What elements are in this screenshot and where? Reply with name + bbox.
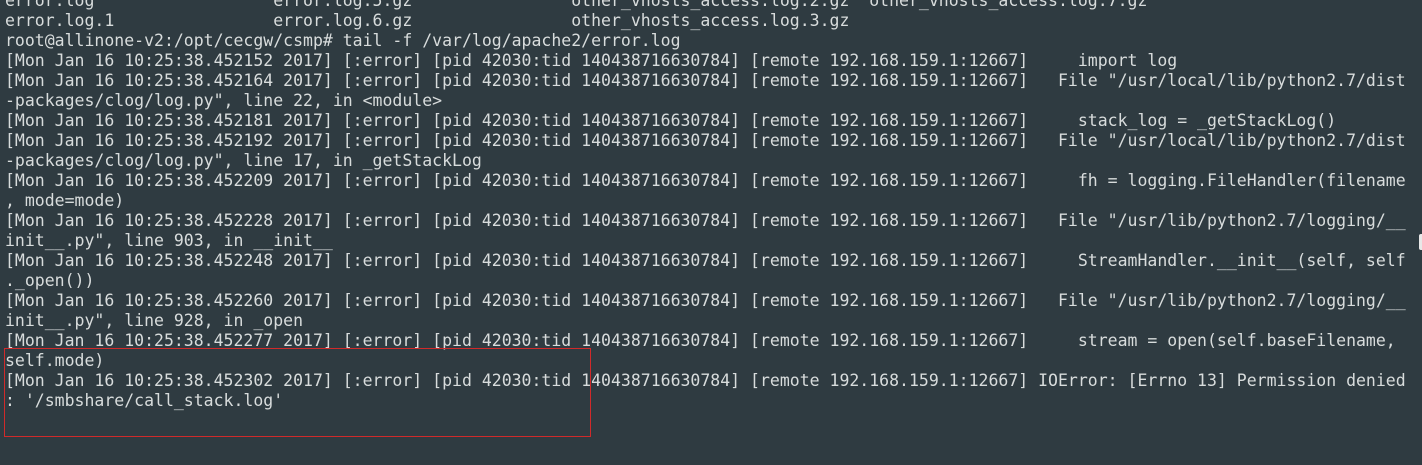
terminal-line: [Mon Jan 16 10:25:38.452277 2017] [:erro… <box>5 331 1396 350</box>
terminal-line: ._open()) <box>5 271 95 290</box>
terminal-line: -packages/clog/log.py", line 17, in _get… <box>5 151 482 170</box>
terminal-prompt-line: root@allinone-v2:/opt/cecgw/csmp# tail -… <box>5 31 681 50</box>
terminal-output: error.log error.log.5.gz other_vhosts_ac… <box>5 0 1406 411</box>
terminal-line: error.log.1 error.log.6.gz other_vhosts_… <box>5 11 850 30</box>
terminal-line: self.mode) <box>5 351 105 370</box>
terminal-line: [Mon Jan 16 10:25:38.452181 2017] [:erro… <box>5 111 1337 130</box>
terminal-line: init__.py", line 928, in _open <box>5 311 304 330</box>
terminal-line: init__.py", line 903, in __init__ <box>5 231 333 250</box>
terminal-line: -packages/clog/log.py", line 22, in <mod… <box>5 91 443 110</box>
terminal-line: , mode=mode) <box>5 191 125 210</box>
terminal-window[interactable]: error.log error.log.5.gz other_vhosts_ac… <box>0 0 1422 465</box>
terminal-line: [Mon Jan 16 10:25:38.452209 2017] [:erro… <box>5 171 1406 190</box>
terminal-line: error.log error.log.5.gz other_vhosts_ac… <box>5 0 1148 10</box>
error-line: : '/smbshare/call_stack.log' <box>5 391 284 410</box>
terminal-line: [Mon Jan 16 10:25:38.452248 2017] [:erro… <box>5 251 1406 270</box>
error-line: [Mon Jan 16 10:25:38.452302 2017] [:erro… <box>5 371 1406 390</box>
terminal-line: [Mon Jan 16 10:25:38.452228 2017] [:erro… <box>5 211 1406 230</box>
terminal-line: [Mon Jan 16 10:25:38.452164 2017] [:erro… <box>5 71 1406 90</box>
terminal-line: [Mon Jan 16 10:25:38.452152 2017] [:erro… <box>5 51 1178 70</box>
terminal-line: [Mon Jan 16 10:25:38.452192 2017] [:erro… <box>5 131 1406 150</box>
terminal-line: [Mon Jan 16 10:25:38.452260 2017] [:erro… <box>5 291 1406 310</box>
